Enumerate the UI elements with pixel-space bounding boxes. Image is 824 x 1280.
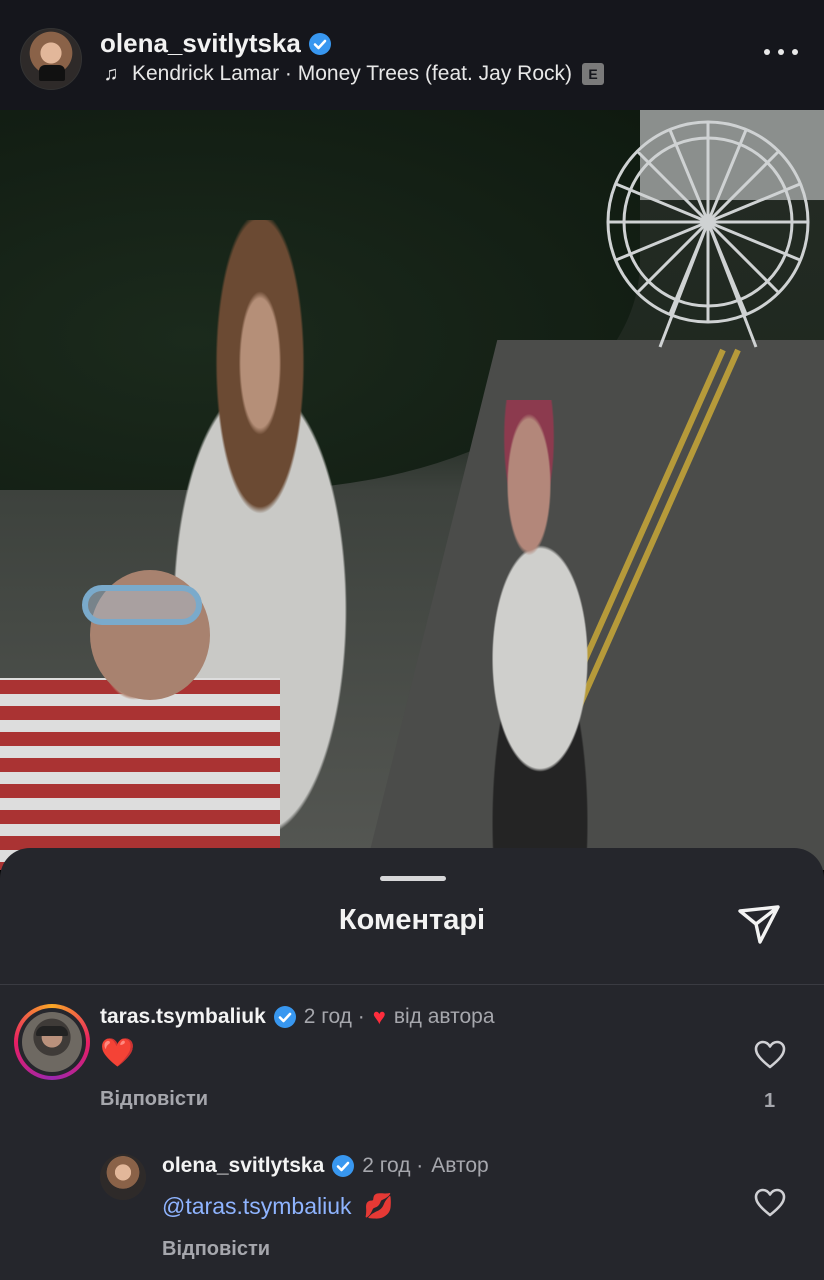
drag-handle[interactable]: [380, 876, 446, 881]
comment-text: ❤️: [100, 1037, 135, 1068]
heart-icon: ♥: [372, 1004, 386, 1029]
reply-button[interactable]: Відповісти: [100, 1088, 208, 1111]
comment-header: olena_svitlytska 2 год · Автор: [162, 1154, 489, 1178]
comment-time: 2 год ·: [303, 1005, 365, 1028]
author-label: Автор: [431, 1154, 489, 1177]
song-title[interactable]: Kendrick Lamar · Money Trees (feat. Jay …: [132, 62, 572, 86]
verified-icon: [332, 1155, 355, 1177]
author-avatar[interactable]: [20, 28, 82, 90]
song-row[interactable]: ♫ Kendrick Lamar · Money Trees (feat. Ja…: [100, 62, 604, 86]
kiss-emoji: 💋: [363, 1193, 394, 1220]
author-username-row[interactable]: olena_svitlytska: [100, 28, 331, 59]
author-username[interactable]: olena_svitlytska: [100, 28, 301, 59]
sheet-title: Коментарі: [338, 904, 486, 936]
author-liked-label: від автора: [393, 1005, 495, 1028]
like-icon[interactable]: [754, 1188, 786, 1218]
comment-time: 2 год ·: [362, 1154, 424, 1177]
music-note-icon: ♫: [103, 62, 119, 85]
post-photo[interactable]: [0, 110, 824, 870]
verified-icon: [273, 1006, 296, 1028]
more-icon[interactable]: [764, 46, 798, 58]
reply-button[interactable]: Відповісти: [162, 1238, 270, 1261]
like-count: 1: [764, 1090, 776, 1112]
explicit-icon: E: [582, 63, 604, 85]
verified-icon: [308, 32, 331, 55]
photo-girl: [430, 400, 650, 870]
comment-header: taras.tsymbaliuk 2 год · ♥ від автора: [100, 1004, 495, 1030]
like-icon[interactable]: [754, 1040, 786, 1070]
post-header: olena_svitlytska ♫ Kendrick Lamar · Mone…: [0, 0, 824, 110]
photo-goggles: [82, 585, 202, 625]
mention-link[interactable]: @taras.tsymbaliuk: [162, 1193, 352, 1220]
commenter-avatar[interactable]: [14, 1004, 90, 1080]
send-icon[interactable]: [736, 902, 782, 948]
commenter-avatar[interactable]: [100, 1154, 146, 1200]
comments-sheet: Коментарі taras.tsymbaliuk 2 год · ♥ від…: [0, 848, 824, 1280]
comment-text: @taras.tsymbaliuk 💋: [162, 1192, 393, 1221]
photo-people: [0, 220, 824, 870]
comment-username[interactable]: taras.tsymbaliuk: [100, 1005, 266, 1029]
sheet-divider: [0, 984, 824, 985]
comment-username[interactable]: olena_svitlytska: [162, 1154, 324, 1178]
